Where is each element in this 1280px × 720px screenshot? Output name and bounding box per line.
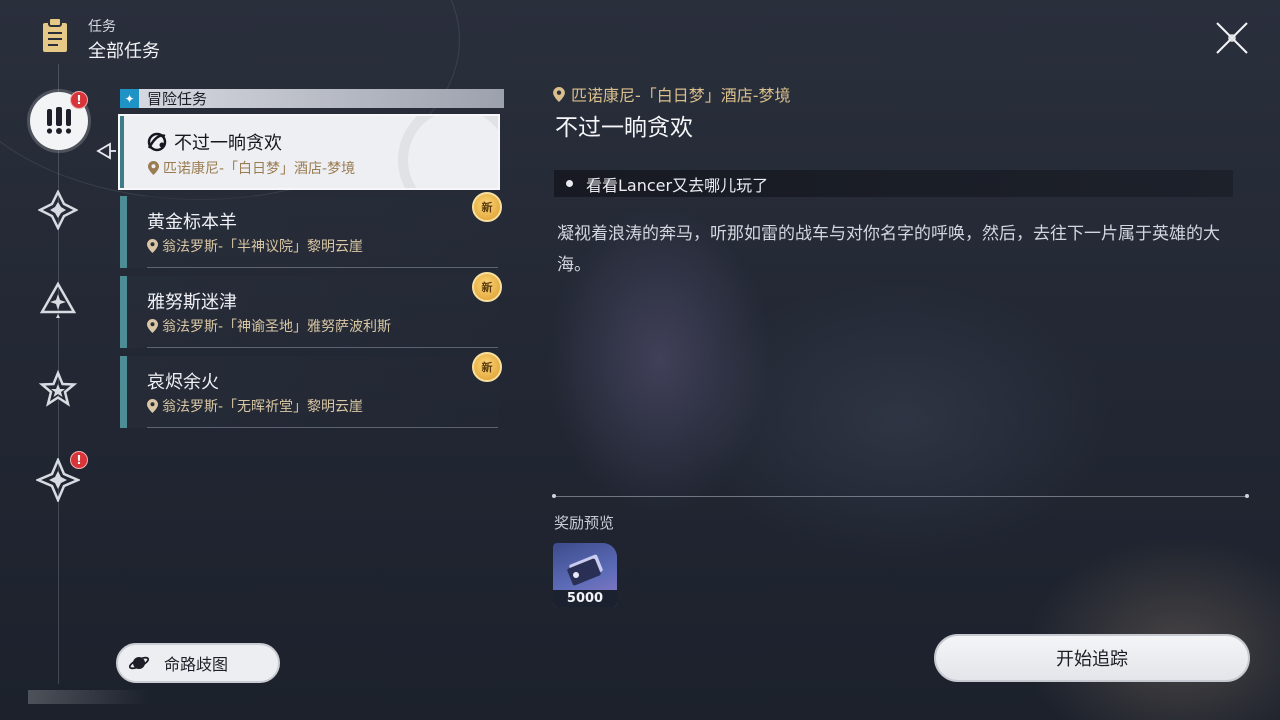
quest-item[interactable]: 黄金标本羊 翁法罗斯-「半神议院」黎明云崖 新 xyxy=(120,192,502,268)
new-badge: 新 xyxy=(472,272,502,302)
triangle-star-icon xyxy=(39,281,77,318)
route-map-label: 命路歧图 xyxy=(164,655,229,674)
category-header: ✦ 冒险任务 xyxy=(120,89,504,108)
location-pin-icon xyxy=(147,239,158,253)
start-tracking-button[interactable]: 开始追踪 xyxy=(934,634,1250,682)
start-tracking-label: 开始追踪 xyxy=(1056,649,1128,670)
quest-title: 不过一晌贪欢 xyxy=(555,115,693,141)
planet-icon xyxy=(128,656,150,670)
category-3[interactable] xyxy=(30,272,86,328)
category-2[interactable] xyxy=(30,182,86,238)
quest-location-text: 翁法罗斯-「半神议院」黎明云崖 xyxy=(162,239,364,255)
new-badge: 新 xyxy=(472,352,502,382)
objective-text: 看看Lancer又去哪儿玩了 xyxy=(586,175,769,195)
sparkle-icon: ✦ xyxy=(120,89,139,108)
selection-pointer-icon xyxy=(96,141,118,161)
location-pin-icon xyxy=(553,86,565,102)
category-4[interactable] xyxy=(30,362,86,418)
location-pin-icon xyxy=(148,161,159,175)
watermark-emblem xyxy=(398,116,498,188)
quest-objective: 看看Lancer又去哪儿玩了 xyxy=(554,170,1233,197)
quest-accent-bar xyxy=(120,196,127,268)
quest-location: 翁法罗斯-「神谕圣地」雅努萨波利斯 xyxy=(147,316,391,336)
quest-item[interactable]: 雅努斯迷津 翁法罗斯-「神谕圣地」雅努萨波利斯 新 xyxy=(120,272,502,348)
divider xyxy=(147,267,498,268)
credit-card-icon xyxy=(567,554,603,586)
divider xyxy=(147,427,498,428)
bullet-icon xyxy=(566,180,573,187)
quest-item[interactable]: 哀烬余火 翁法罗斯-「无晖祈堂」黎明云崖 新 xyxy=(120,352,502,428)
quest-location: 匹诺康尼-「白日梦」酒店-梦境 xyxy=(148,158,355,178)
alert-badge: ! xyxy=(70,91,88,109)
quest-location-text: 匹诺康尼-「白日梦」酒店-梦境 xyxy=(163,161,356,177)
quest-location-text: 翁法罗斯-「神谕圣地」雅努萨波利斯 xyxy=(162,319,392,335)
quest-description: 凝视着浪涛的奔马，听那如雷的战车与对你名字的呼唤，然后，去往下一片属于英雄的大海… xyxy=(557,224,1220,275)
category-header-label: 冒险任务 xyxy=(147,90,208,108)
star-badge-icon xyxy=(38,370,78,407)
quest-location-text: 翁法罗斯-「无晖祈堂」黎明云崖 xyxy=(162,399,364,415)
quest-accent-bar xyxy=(120,356,127,428)
detail-location: 匹诺康尼-「白日梦」酒店-梦境 xyxy=(553,82,791,106)
alert-badge: ! xyxy=(70,451,88,469)
decorative-strip xyxy=(28,690,148,704)
detail-location-text: 匹诺康尼-「白日梦」酒店-梦境 xyxy=(571,86,791,105)
quest-name: 哀烬余火 xyxy=(147,372,219,393)
quest-name: 雅努斯迷津 xyxy=(147,292,237,313)
diamond-star-icon xyxy=(38,190,78,230)
route-map-button[interactable]: 命路歧图 xyxy=(116,643,280,683)
reward-preview-label: 奖励预览 xyxy=(554,514,615,532)
quest-item-selected[interactable]: 不过一晌贪欢 匹诺康尼-「白日梦」酒店-梦境 xyxy=(118,114,500,190)
quest-location: 翁法罗斯-「半神议院」黎明云崖 xyxy=(147,236,363,256)
location-pin-icon xyxy=(147,319,158,333)
close-button[interactable] xyxy=(1212,18,1252,58)
divider xyxy=(147,347,498,348)
reward-item[interactable]: 5000 xyxy=(553,543,617,607)
quest-type-icon xyxy=(146,131,168,157)
location-pin-icon xyxy=(147,399,158,413)
quest-location: 翁法罗斯-「无晖祈堂」黎明云崖 xyxy=(147,396,363,416)
reward-quantity: 5000 xyxy=(553,590,617,607)
quest-name: 不过一晌贪欢 xyxy=(174,133,282,154)
divider xyxy=(552,494,1249,498)
quest-name: 黄金标本羊 xyxy=(147,212,237,233)
exclamation-icon xyxy=(46,107,72,134)
quest-accent-bar xyxy=(120,276,127,348)
close-icon xyxy=(1216,22,1248,54)
new-badge: 新 xyxy=(472,192,502,222)
